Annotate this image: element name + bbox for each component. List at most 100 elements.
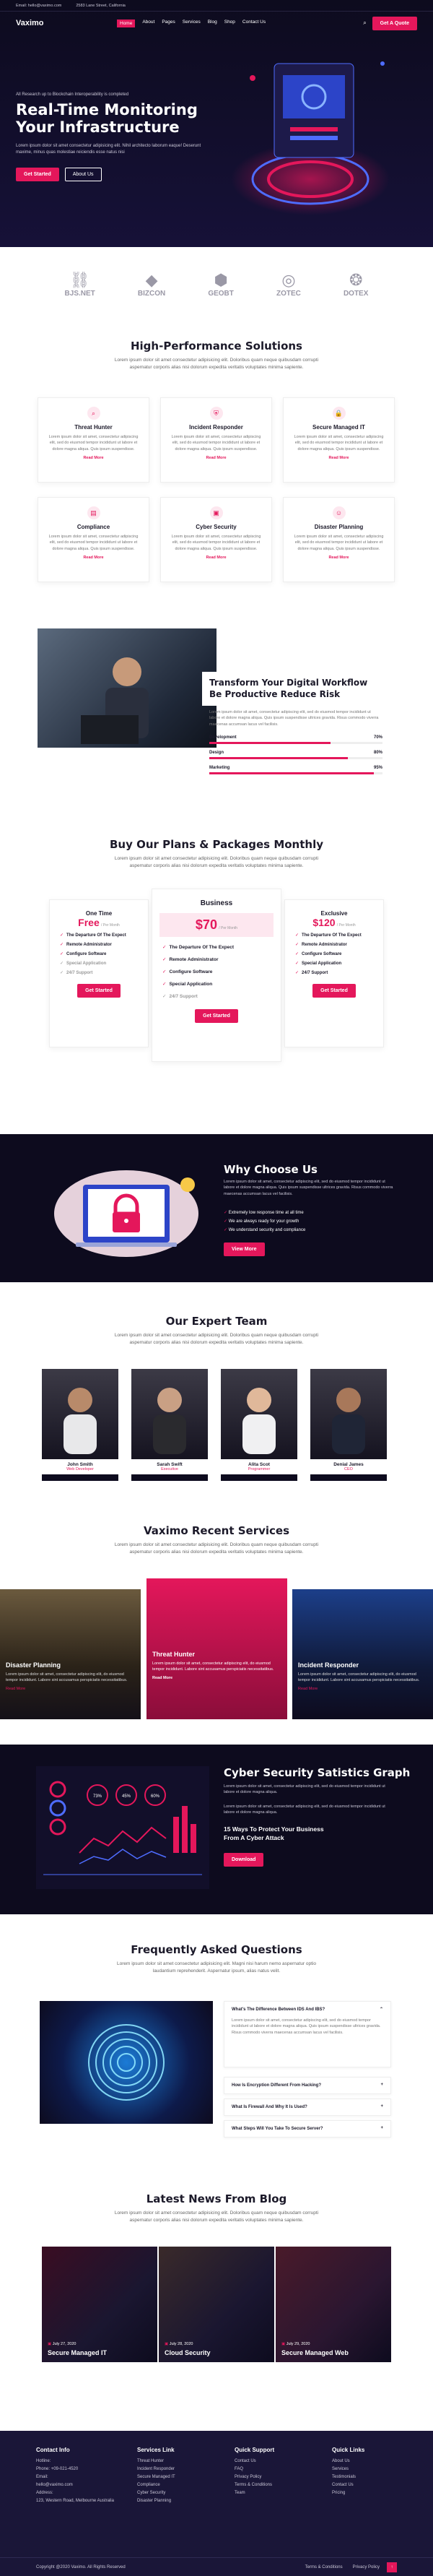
footer-link[interactable]: Services	[332, 2467, 397, 2471]
solution-card[interactable]: ☺ Disaster Planning Lorem ipsum dolor sit …	[283, 497, 395, 582]
footer-link[interactable]: About Us	[332, 2459, 397, 2463]
skill-bar: Development 70%	[209, 735, 382, 744]
nav-item-about[interactable]: About	[142, 20, 154, 27]
skill-percent: 70%	[373, 735, 382, 740]
nav-item-pages[interactable]: Pages	[162, 20, 175, 27]
search-icon[interactable]: ⌕	[363, 20, 366, 27]
read-more-link[interactable]: Read More	[284, 556, 394, 560]
read-more-link[interactable]: Read More	[152, 1676, 281, 1680]
read-more-link[interactable]: Read More	[38, 456, 149, 460]
member-role: Executive	[161, 1467, 178, 1471]
solution-card[interactable]: ⌕ Threat Hunter Lorem ipsum dolor sit amet…	[38, 397, 149, 483]
plan-feature: ✓ Special Application	[60, 961, 107, 966]
logo[interactable]: Vaximo	[16, 19, 117, 27]
footer-link[interactable]: Testimonials	[332, 2475, 397, 2479]
read-more-link[interactable]: Read More	[161, 556, 271, 560]
footer-link[interactable]: Pricing	[332, 2491, 397, 2495]
card-description: Lorem ipsum dolor sit amet, consectetur …	[48, 435, 139, 451]
news-image: ▣ July 29, 2020 Secure Managed Web	[276, 2247, 391, 2362]
service-card[interactable]: Threat Hunter Lorem ipsum dolor sit amet,…	[146, 1578, 287, 1719]
team-member-card[interactable]: Sarah Swift Executive	[131, 1369, 208, 1481]
read-more-link[interactable]: Read More	[284, 456, 394, 460]
read-more-link[interactable]: Read More	[6, 1687, 135, 1691]
download-button[interactable]: Download	[224, 1853, 264, 1867]
service-description: Lorem ipsum dolor sit amet, consectetur …	[6, 1672, 128, 1683]
footer-link[interactable]: Privacy Policy	[235, 2475, 314, 2479]
footer-link[interactable]: FAQ	[235, 2467, 314, 2471]
team-member-card[interactable]: Alita Scot Programmer	[221, 1369, 297, 1481]
footer-link[interactable]: Team	[235, 2491, 314, 2495]
skill-bar-fill	[209, 772, 374, 774]
hero-illustration	[224, 35, 404, 237]
plan-feature: ✓ Special Application	[162, 982, 213, 987]
services-description: Lorem ipsum dolor sit amet consectetur a…	[114, 1542, 319, 1555]
card-description: Lorem ipsum dolor sit amet, consectetur …	[48, 535, 139, 551]
faq-item-open[interactable]: What's The Difference Between IDS And IB…	[224, 2001, 391, 2067]
footer-col-title: Services Link	[137, 2447, 175, 2453]
footer-terms-link[interactable]: Terms & Conditions	[305, 2565, 343, 2569]
topbar-email[interactable]: Email: hello@vaximo.com	[16, 4, 61, 8]
footer-link[interactable]: Disaster Planning	[137, 2499, 216, 2503]
get-quote-button[interactable]: Get A Quote	[372, 16, 417, 30]
team-title: Our Expert Team	[165, 1315, 268, 1328]
footer-link[interactable]: Contact Us	[235, 2459, 314, 2463]
footer-link[interactable]: Threat Hunter	[137, 2459, 216, 2463]
footer-link[interactable]: Contact Us	[332, 2483, 397, 2487]
nav-item-blog[interactable]: Blog	[208, 20, 217, 27]
team-member-card[interactable]: Denial James CEO	[310, 1369, 387, 1481]
faq-item[interactable]: What Steps Will You Take To Secure Serve…	[224, 2120, 391, 2138]
footer-link[interactable]: Compliance	[137, 2483, 216, 2487]
read-more-link[interactable]: Read More	[38, 556, 149, 560]
back-to-top-button[interactable]: ↑	[387, 2562, 397, 2572]
solution-card[interactable]: ▤ Compliance Lorem ipsum dolor sit amet, c…	[38, 497, 149, 582]
skill-bar: Design 80%	[209, 751, 382, 759]
get-started-button[interactable]: Get Started	[16, 168, 59, 181]
card-description: Lorem ipsum dolor sit amet, consectetur …	[171, 435, 261, 451]
faq-answer: Lorem ipsum dolor sit amet, consectetur …	[232, 2018, 381, 2035]
footer-text: 123, Western Road, Melbourne Australia	[36, 2499, 114, 2503]
member-photo	[221, 1369, 297, 1459]
team-member-card[interactable]: John Smith Web Developer	[42, 1369, 118, 1481]
search-icon: ⌕	[87, 407, 100, 420]
card-title: Compliance	[76, 524, 110, 530]
team-section: Our Expert Team Lorem ipsum dolor sit am…	[0, 1315, 433, 1531]
footer-link[interactable]: Cyber Security	[137, 2491, 216, 2495]
footer-link[interactable]: Incident Responder	[137, 2467, 216, 2471]
footer-link[interactable]: Terms & Conditions	[235, 2483, 314, 2487]
nav-item-services[interactable]: Services	[183, 20, 201, 27]
faq-item[interactable]: How Is Encryption Different From Hacking…	[224, 2077, 391, 2094]
news-card[interactable]: ▣ July 27, 2020 Secure Managed IT	[42, 2247, 157, 2362]
footer-privacy-link[interactable]: Privacy Policy	[353, 2565, 380, 2569]
faq-item[interactable]: What Is Firewall And Why It Is Used? +	[224, 2099, 391, 2116]
nav-item-contact[interactable]: Contact Us	[242, 20, 266, 27]
news-card[interactable]: ▣ July 29, 2020 Secure Managed Web	[276, 2247, 391, 2362]
member-photo	[131, 1369, 208, 1459]
plan-get-started-button[interactable]: Get Started	[77, 984, 121, 998]
news-date: July 29, 2020	[286, 2342, 310, 2346]
solution-card[interactable]: 🔒 Secure Managed IT Lorem ipsum dolor sit …	[283, 397, 395, 483]
plan-card-exclusive: Exclusive $120 / Per Month ✓ The Departure…	[284, 899, 384, 1047]
news-card[interactable]: ▣ July 28, 2020 Cloud Security	[159, 2247, 274, 2362]
read-more-link[interactable]: Read More	[161, 456, 271, 460]
nav-item-home[interactable]: Home	[117, 19, 136, 27]
footer-link[interactable]: Secure Managed IT	[137, 2475, 216, 2479]
footer-link[interactable]: Phone: +09-021-4520	[36, 2467, 119, 2471]
solution-card[interactable]: ⛨ Incident Responder Lorem ipsum dolor sit…	[160, 397, 272, 483]
footer-link[interactable]: hello@vaximo.com	[36, 2483, 119, 2487]
copyright-text: Copyright @2020 Vaximo. All Rights Reser…	[36, 2564, 126, 2569]
card-title: Threat Hunter	[74, 424, 113, 431]
plans-title: Buy Our Plans & Packages Monthly	[110, 838, 323, 851]
plan-get-started-button[interactable]: Get Started	[195, 1009, 238, 1023]
view-more-button[interactable]: View More	[224, 1242, 265, 1256]
skill-label: Marketing	[209, 766, 230, 770]
hero-title: Real-Time Monitoring Your Infrastructure	[16, 101, 198, 137]
skill-bar: Marketing 95%	[209, 766, 382, 774]
card-title: Disaster Planning	[314, 524, 364, 530]
nav-item-shop[interactable]: Shop	[224, 20, 235, 27]
read-more-link[interactable]: Read More	[298, 1687, 427, 1691]
plan-get-started-button[interactable]: Get Started	[312, 984, 356, 998]
solution-card[interactable]: ▣ Cyber Security Lorem ipsum dolor sit ame…	[160, 497, 272, 582]
service-card[interactable]: Incident Responder Lorem ipsum dolor sit …	[292, 1589, 433, 1719]
about-us-button[interactable]: About Us	[64, 168, 102, 181]
service-card[interactable]: Disaster Planning Lorem ipsum dolor sit a…	[0, 1589, 141, 1719]
